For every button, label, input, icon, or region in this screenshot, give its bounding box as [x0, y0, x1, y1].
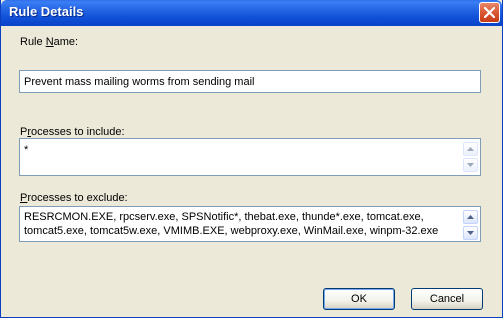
rule-name-input[interactable]: Prevent mass mailing worms from sending …: [19, 70, 481, 93]
include-scrollbar[interactable]: [463, 142, 478, 172]
close-icon: [484, 7, 495, 18]
exclude-scrollbar[interactable]: [463, 210, 478, 240]
processes-exclude-value: RESRCMON.EXE, rpcserv.exe, SPSNotific*, …: [24, 211, 439, 237]
scroll-up-icon: [467, 215, 474, 219]
rule-name-label: Rule Name:: [20, 36, 79, 48]
scroll-down-icon: [467, 163, 474, 167]
scroll-up-icon: [467, 147, 474, 151]
close-button[interactable]: [479, 2, 500, 23]
cancel-button[interactable]: Cancel: [411, 288, 483, 310]
exclude-scroll-down-button[interactable]: [463, 226, 478, 240]
rule-name-value: Prevent mass mailing worms from sending …: [24, 76, 255, 88]
exclude-scroll-up-button[interactable]: [463, 210, 478, 224]
ok-button[interactable]: OK: [323, 288, 395, 310]
processes-exclude-input[interactable]: RESRCMON.EXE, rpcserv.exe, SPSNotific*, …: [19, 206, 481, 242]
processes-exclude-label: Processes to exclude:: [20, 192, 128, 204]
title-bar[interactable]: Rule Details: [1, 0, 502, 26]
rule-details-dialog: Rule Details Rule Name: Prevent mass mai…: [0, 0, 503, 318]
scroll-down-icon: [467, 231, 474, 235]
include-scroll-down-button[interactable]: [463, 158, 478, 172]
processes-include-input[interactable]: *: [19, 138, 481, 176]
processes-include-label: Processes to include:: [20, 126, 125, 138]
window-title: Rule Details: [9, 4, 84, 19]
processes-include-value: *: [24, 144, 29, 156]
include-scroll-up-button[interactable]: [463, 142, 478, 156]
